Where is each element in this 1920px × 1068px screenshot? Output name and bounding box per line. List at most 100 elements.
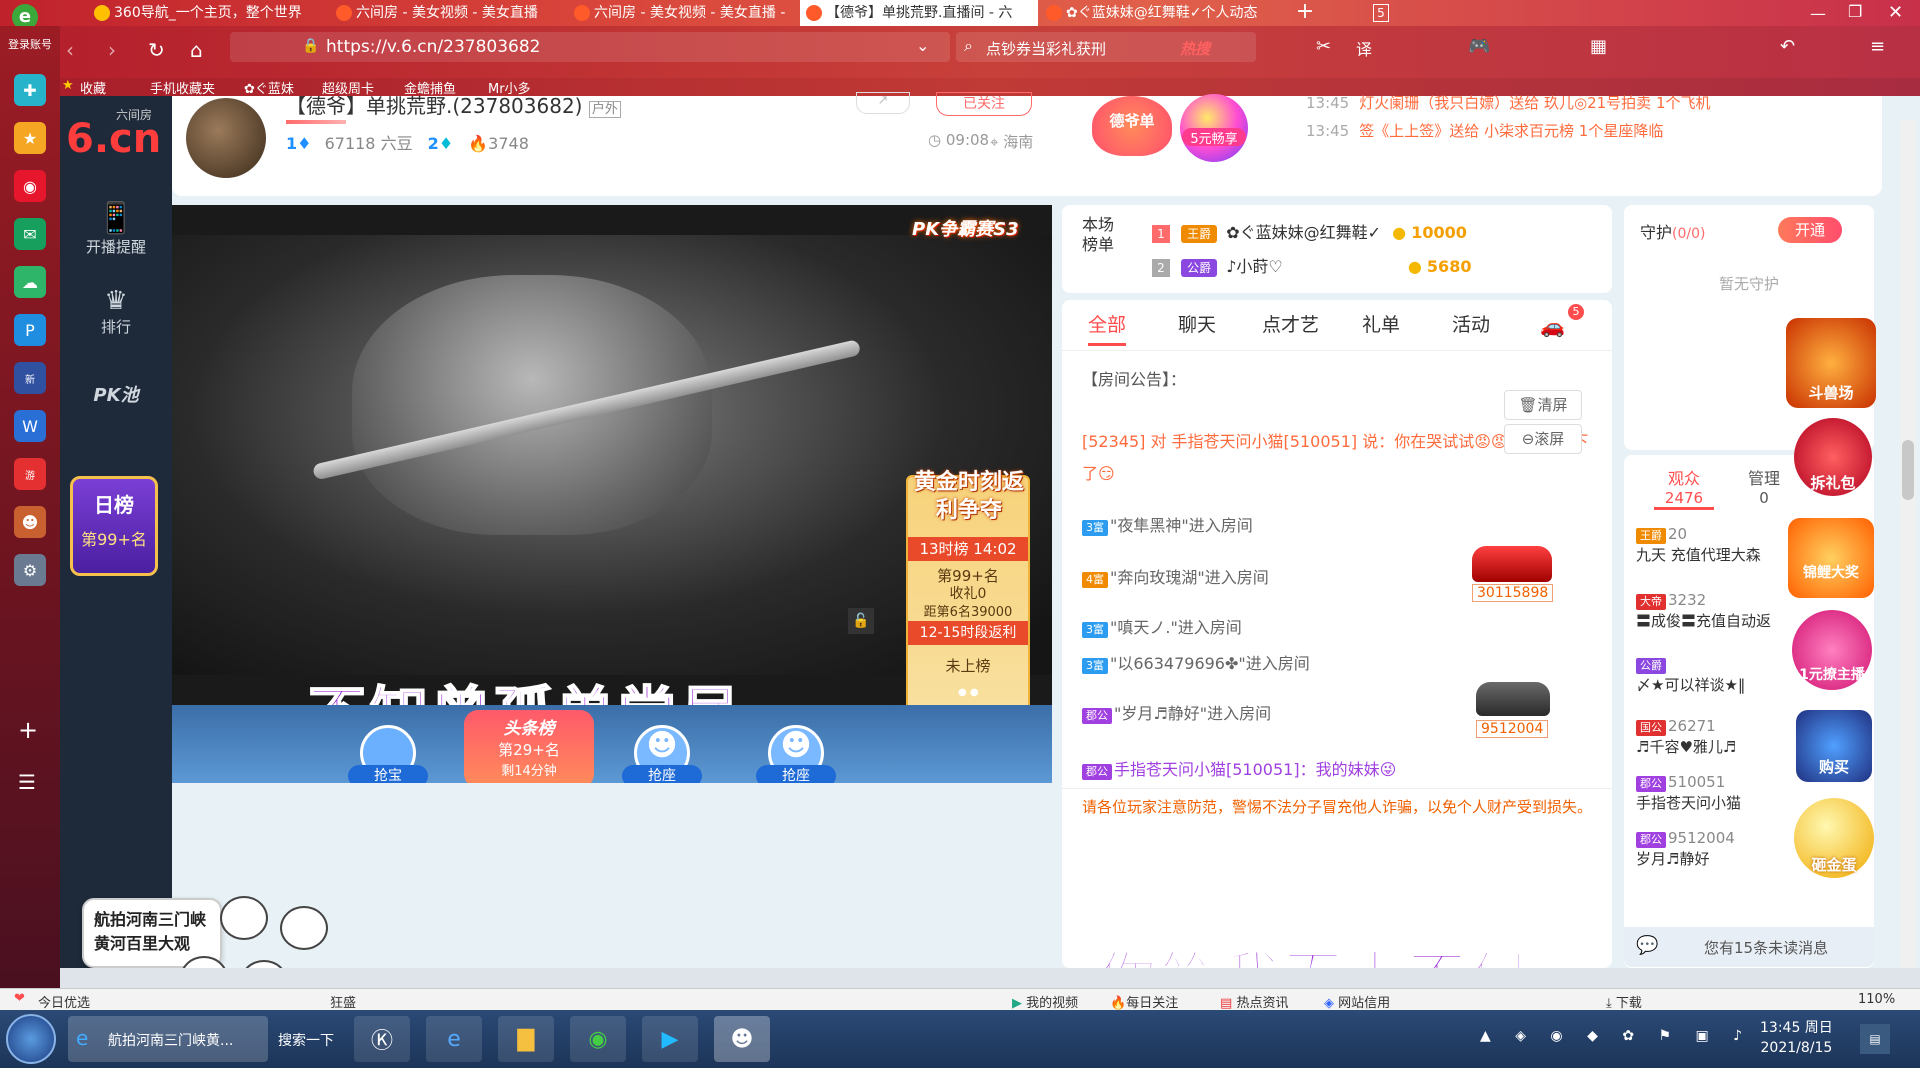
host-avatar[interactable] [186,98,266,178]
tab-gift-list[interactable]: 礼单 [1362,310,1400,337]
doc-icon[interactable]: W [14,410,46,442]
status-download[interactable]: ⤓ 下载 [1606,992,1642,1011]
taskbar-video-icon[interactable]: ▶ [642,1016,698,1062]
horizontal-scrollbar[interactable] [60,968,1920,988]
tab-chat[interactable]: 聊天 [1178,310,1216,337]
tab-audience[interactable]: 观众 2476 [1654,465,1714,510]
audience-user-5[interactable]: 郡公 510051 手指苍天问小猫 [1636,773,1796,813]
scroll-thumb[interactable] [1902,440,1914,500]
site-logo[interactable]: 6.cn 六间房 [66,102,166,172]
avatar-game-icon[interactable]: ☻ [14,506,46,538]
rail-menu-icon[interactable]: ☰ [18,770,36,794]
undo-icon[interactable]: ↶ [1780,36,1795,57]
status-zoom[interactable]: 110% [1858,992,1895,1007]
status-my-video[interactable]: ▶ 我的视频 [1012,992,1078,1011]
unread-bar[interactable]: 💬 您有15条未读消息 [1624,927,1874,967]
promo-koi[interactable]: 锦鲤大奖 [1788,518,1874,598]
status-today[interactable]: 今日优选 [38,992,90,1011]
seat-button-2[interactable]: ☻ 抢座 [740,725,852,783]
rail-add-icon[interactable]: + [18,716,38,744]
status-item2[interactable]: 狂盛 [330,992,356,1011]
scroll-screen-button[interactable]: ⊖滚屏 [1504,424,1582,454]
refresh-icon[interactable]: ↻ [148,38,165,62]
url-field[interactable]: 🔒 https://v.6.cn/237803682 ⌄ [230,32,950,62]
taskbar-k-icon[interactable]: Ⓚ [354,1016,410,1062]
promo-ball-label[interactable]: 5元畅享 [1182,128,1246,147]
close-window-icon[interactable]: ✕ [1888,2,1903,23]
taskbar-app-icon[interactable]: ☻ [714,1016,770,1062]
dropdown-icon[interactable]: ⌄ [916,36,929,55]
tank-icon[interactable]: ⚙ [14,554,46,586]
carousel-dots[interactable]: ● ● [958,687,979,698]
video-player[interactable]: PK争霸赛S3 🔓 黄金时刻返利争夺 13时榜 14:02 第99+名 收礼0 … [172,205,1052,783]
scissors-icon[interactable]: ✂ [1316,36,1331,57]
promo-gift-pack[interactable]: 拆礼包 [1794,418,1872,496]
weibo-icon[interactable]: ◉ [14,170,46,202]
audience-user-4[interactable]: 国公 26271 ♬千容♥雅儿♬ [1636,717,1796,757]
cloud-icon[interactable]: ☁ [14,266,46,298]
status-hot-news[interactable]: ▤ 热点资讯 [1220,992,1288,1011]
grid-icon[interactable]: ▦ [1590,36,1607,57]
clear-screen-button[interactable]: 🗑清屏 [1504,390,1582,420]
audience-user-2[interactable]: 大帝 3232 〓成俊〓充值自动返 [1636,591,1796,631]
game-icon[interactable]: 游 [14,458,46,490]
tab-activity[interactable]: 活动 [1452,310,1490,337]
promo-heart[interactable]: 德爷单 [1092,96,1172,156]
fav-mobile[interactable]: 手机收藏夹 [150,78,215,97]
tab-user-profile[interactable]: ✿ぐ蓝妹妹@红舞鞋✓个人动态 [1040,0,1270,26]
pk-badge[interactable]: PK争霸赛S3 [912,215,1019,241]
guard-open-button[interactable]: 开通 [1778,217,1842,243]
tab-6cn-1[interactable]: 六间房 - 美女视频 - 美女直播 [330,0,560,26]
clock[interactable]: 13:45 周日 2021/8/15 [1760,1018,1833,1058]
lock-screen-icon[interactable]: 🔓 [848,608,874,634]
back-icon[interactable]: ‹ [66,38,74,62]
promo-golden-egg[interactable]: 砸金蛋 [1794,798,1874,878]
search-box[interactable]: ⌕ 点钞券当彩礼获刑 热搜 [956,32,1256,62]
car-icon[interactable]: 🚗 [1540,314,1565,338]
star-icon-rail[interactable]: ★ [14,122,46,154]
rank-row-1[interactable]: 1 王爵 ✿ぐ蓝妹妹@红舞鞋✓ ● 10000 [1152,219,1467,243]
fav-collect[interactable]: 收藏 [80,78,106,97]
add-icon-rail[interactable]: ✚ [14,74,46,106]
tab-360nav[interactable]: 360导航_一个主页，整个世界 [88,0,318,26]
mail-icon[interactable]: ✉ [14,218,46,250]
page-scrollbar[interactable] [1900,120,1916,968]
audience-user-6[interactable]: 郡公 9512004 岁月♬静好 [1636,829,1796,869]
nav-ranking[interactable]: ♛ 排行 [60,286,172,337]
minimize-icon[interactable]: — [1810,4,1826,23]
tab-all[interactable]: 全部 [1088,310,1127,346]
audience-user-1[interactable]: 王爵 20 九天 充值代理大森 [1636,525,1796,565]
tab-admin[interactable]: 管理 0 [1734,465,1794,507]
home-icon[interactable]: ⌂ [190,38,203,62]
promo-buy[interactable]: 购买 [1796,710,1872,782]
nav-pk-pool[interactable]: PK池 [60,381,172,407]
news-icon[interactable]: 新 [14,362,46,394]
gamepad-icon[interactable]: 🎮 [1468,36,1490,57]
treasure-button[interactable]: 抢宝 [332,725,444,783]
p-icon[interactable]: P [14,314,46,346]
taskbar-360-icon[interactable]: ◉ [570,1016,626,1062]
taskbar-search[interactable]: 搜索一下 [270,1024,342,1054]
rank-title[interactable]: 本场榜单 [1082,215,1122,255]
tab-live-room[interactable]: 【德爷】单挑荒野.直播间 - 六 [800,0,1038,26]
new-tab-button[interactable]: + [1290,0,1320,26]
rank-row-2[interactable]: 2 公爵 ♪小莳♡ ● 5680 [1152,253,1471,277]
nav-live-remind[interactable]: 📱 开播提醒 [60,201,172,257]
share-button[interactable]: ↗ [856,92,910,114]
show-desktop[interactable]: ▤ [1860,1024,1890,1054]
seat-button-1[interactable]: ☻ 抢座 [606,725,718,783]
tab-count-badge[interactable]: 5 [1373,4,1389,22]
login-label[interactable]: 登录账号 [2,36,58,52]
start-button[interactable] [6,1014,56,1064]
follow-button[interactable]: 已关注 [936,92,1032,116]
tab-6cn-2[interactable]: 六间房 - 美女视频 - 美女直播 - [568,0,798,26]
maximize-icon[interactable]: ❐ [1848,2,1862,21]
translate-icon[interactable]: 译 [1356,36,1372,60]
taskbar-folder-icon[interactable]: ▇ [498,1016,554,1062]
tray-icons[interactable]: ▲ ◈ ◉ ◆ ✿ ⚑ ▣ ♪ [1480,1028,1752,1044]
audience-user-3[interactable]: 公爵 〆★可以祥谈★‖ [1636,655,1796,695]
taskbar-ie-icon[interactable]: e [426,1016,482,1062]
tab-talent[interactable]: 点才艺 [1262,310,1319,337]
forward-icon[interactable]: › [108,38,116,62]
promo-beast-arena[interactable]: 斗兽场 [1786,318,1876,408]
